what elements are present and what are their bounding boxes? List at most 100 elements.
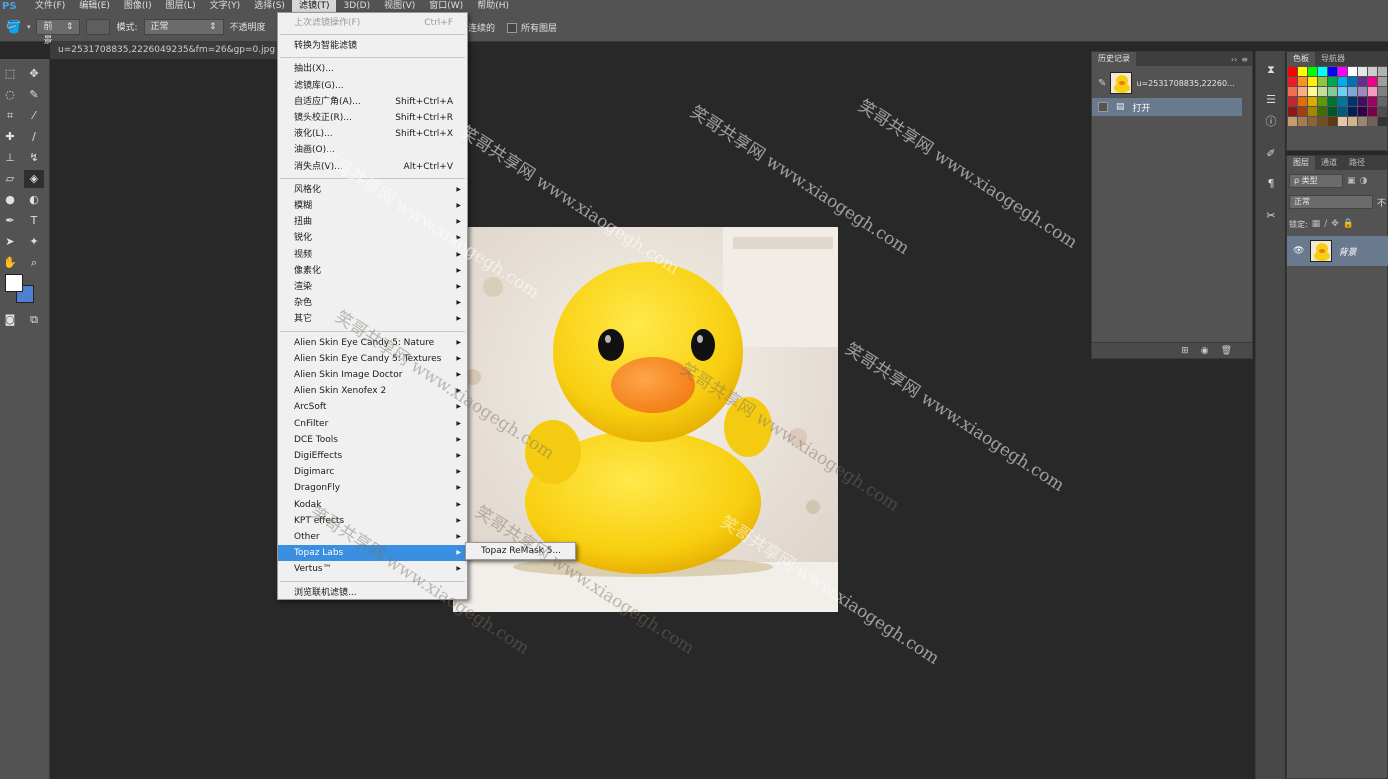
color-swatch[interactable] [1358, 87, 1367, 96]
color-swatch[interactable] [1308, 67, 1317, 76]
lock-pixels-icon[interactable]: ∕ [1324, 219, 1327, 229]
filter-menu-item[interactable]: Vertus™ ▶ [278, 561, 467, 577]
filter-menu-item[interactable]: 视频 ▶ [278, 247, 467, 263]
mode-select[interactable]: 正常 ⇕ [143, 18, 224, 35]
marquee-tool-icon[interactable]: ⬚ [0, 65, 20, 83]
filter-menu-item[interactable]: KPT effects ▶ [278, 513, 467, 529]
filter-menu-item[interactable]: Digimarc ▶ [278, 464, 467, 480]
color-swatch[interactable] [1358, 117, 1367, 126]
filter-menu-item[interactable]: 扭曲 ▶ [278, 214, 467, 230]
filter-menu-item[interactable]: 抽出(X)... [278, 61, 467, 77]
filter-menu-item[interactable]: Alien Skin Xenofex 2 ▶ [278, 383, 467, 399]
color-swatch[interactable] [1318, 97, 1327, 106]
info-icon[interactable]: ⓘ [1261, 113, 1281, 131]
color-swatch[interactable] [1298, 67, 1307, 76]
filter-menu-item[interactable]: 像素化 ▶ [278, 263, 467, 279]
tool-preset-chevron-icon[interactable]: ▾ [27, 23, 31, 31]
filter-menu-item[interactable]: 渲染 ▶ [278, 279, 467, 295]
layer-row[interactable]: 👁 背景 [1287, 236, 1388, 266]
filter-menu-item[interactable]: 镜头校正(R)... Shift+Ctrl+R [278, 110, 467, 126]
tab-paths[interactable]: 路径 [1343, 156, 1371, 170]
shape-tool-icon[interactable]: ✦ [24, 233, 44, 251]
color-swatch[interactable] [1368, 67, 1377, 76]
color-swatch[interactable] [1298, 117, 1307, 126]
panel-expand-icon[interactable]: ›› [1231, 55, 1241, 64]
color-swatch[interactable] [1288, 77, 1297, 86]
filter-menu-item[interactable]: Alien Skin Image Doctor ▶ [278, 367, 467, 383]
color-swatch[interactable] [1338, 77, 1347, 86]
crop-tool-icon[interactable]: ⌗ [0, 107, 20, 125]
all-layers-checkbox[interactable] [507, 22, 518, 33]
quick-mask-icon[interactable]: ◙ [0, 311, 20, 329]
history-brush-source-icon[interactable]: ✎ [1098, 78, 1106, 89]
color-swatch[interactable] [1368, 117, 1377, 126]
pen-tool-icon[interactable]: ✒ [0, 212, 20, 230]
filter-menu-item[interactable]: 锐化 ▶ [278, 230, 467, 246]
tools-preset-icon[interactable]: ✂ [1261, 207, 1281, 225]
color-swatch[interactable] [1348, 67, 1357, 76]
color-swatch[interactable] [1298, 97, 1307, 106]
visibility-eye-icon[interactable]: 👁 [1293, 246, 1304, 256]
color-swatch[interactable] [1368, 107, 1377, 116]
filter-menu-item[interactable]: 自适应广角(A)... Shift+Ctrl+A [278, 94, 467, 110]
document-tab[interactable]: u=2531708835,2226049235&fm=26&gp=0.jpg @ [50, 42, 280, 59]
last-filter-item[interactable]: 上次滤镜操作(F) Ctrl+F [278, 15, 467, 31]
new-document-from-state-icon[interactable]: ⊞ [1181, 346, 1189, 356]
color-swatch[interactable] [1318, 87, 1327, 96]
type-tool-icon[interactable]: T [24, 212, 44, 230]
tab-layers[interactable]: 图层 [1287, 156, 1315, 170]
zoom-tool-icon[interactable]: ⌕ [24, 254, 44, 272]
menu-item[interactable]: 图像(I) [117, 0, 159, 12]
trash-icon[interactable]: 🗑 [1221, 346, 1232, 356]
menu-item[interactable]: 滤镜(T) [291, 0, 337, 12]
color-swatch[interactable] [1298, 107, 1307, 116]
color-swatch[interactable] [1298, 77, 1307, 86]
color-swatch[interactable] [1318, 107, 1327, 116]
color-swatch[interactable] [1338, 87, 1347, 96]
color-swatch[interactable] [1378, 67, 1387, 76]
color-swatch[interactable] [1348, 117, 1357, 126]
adjustments-icon[interactable]: ☰ [1261, 91, 1281, 109]
filter-menu-item[interactable]: Alien Skin Eye Candy 5: Textures ▶ [278, 351, 467, 367]
menu-item[interactable]: 图层(L) [159, 0, 203, 12]
color-swatch[interactable] [1358, 107, 1367, 116]
filter-menu-item[interactable]: 模糊 ▶ [278, 198, 467, 214]
eyedropper-tool-icon[interactable]: ⁄ [24, 107, 44, 125]
path-selection-tool-icon[interactable]: ➤ [0, 233, 20, 251]
color-swatch[interactable] [1288, 87, 1297, 96]
color-swatch[interactable] [1348, 87, 1357, 96]
color-swatch[interactable] [1348, 97, 1357, 106]
eraser-tool-icon[interactable]: ▱ [0, 170, 20, 188]
lock-all-icon[interactable]: 🔒 [1343, 219, 1354, 229]
menu-item[interactable]: 3D(D) [336, 0, 377, 12]
convert-smart-filter-item[interactable]: 转换为智能滤镜 [278, 38, 467, 54]
filter-menu-item[interactable]: 消失点(V)... Alt+Ctrl+V [278, 159, 467, 175]
color-swatch[interactable] [1308, 117, 1317, 126]
adjustment-filter-icon[interactable]: ◑ [1360, 176, 1368, 186]
color-swatch[interactable] [1318, 117, 1327, 126]
tab-history[interactable]: 历史记录 [1092, 52, 1136, 66]
clone-stamp-tool-icon[interactable]: ⊥ [0, 149, 20, 167]
tab-channels[interactable]: 通道 [1315, 156, 1343, 170]
filter-menu-item[interactable]: ArcSoft ▶ [278, 399, 467, 415]
filter-menu-item[interactable]: 杂色 ▶ [278, 295, 467, 311]
filter-menu-item[interactable]: Topaz Labs ▶ [278, 545, 467, 562]
color-swatch[interactable] [1378, 87, 1387, 96]
menu-item[interactable]: 视图(V) [377, 0, 422, 12]
color-swatch[interactable] [1378, 77, 1387, 86]
filter-menu-item[interactable]: Alien Skin Eye Candy 5: Nature ▶ [278, 335, 467, 351]
color-swatch[interactable] [1338, 97, 1347, 106]
move-tool-icon[interactable]: ✥ [24, 65, 44, 83]
color-swatch[interactable] [1288, 117, 1297, 126]
color-swatch[interactable] [1378, 107, 1387, 116]
paint-bucket-tool-icon[interactable]: 🪣 [6, 20, 21, 34]
color-swatch[interactable] [1368, 77, 1377, 86]
history-brush-tool-icon[interactable]: ↯ [24, 149, 44, 167]
color-swatch[interactable] [1308, 77, 1317, 86]
color-swatch[interactable] [1288, 107, 1297, 116]
lasso-tool-icon[interactable]: ◌ [0, 86, 20, 104]
filter-menu-item[interactable]: 液化(L)... Shift+Ctrl+X [278, 126, 467, 142]
filter-menu-item[interactable]: DCE Tools ▶ [278, 432, 467, 448]
filter-menu-item[interactable]: DigiEffects ▶ [278, 448, 467, 464]
filter-menu-item[interactable]: Kodak ▶ [278, 497, 467, 513]
